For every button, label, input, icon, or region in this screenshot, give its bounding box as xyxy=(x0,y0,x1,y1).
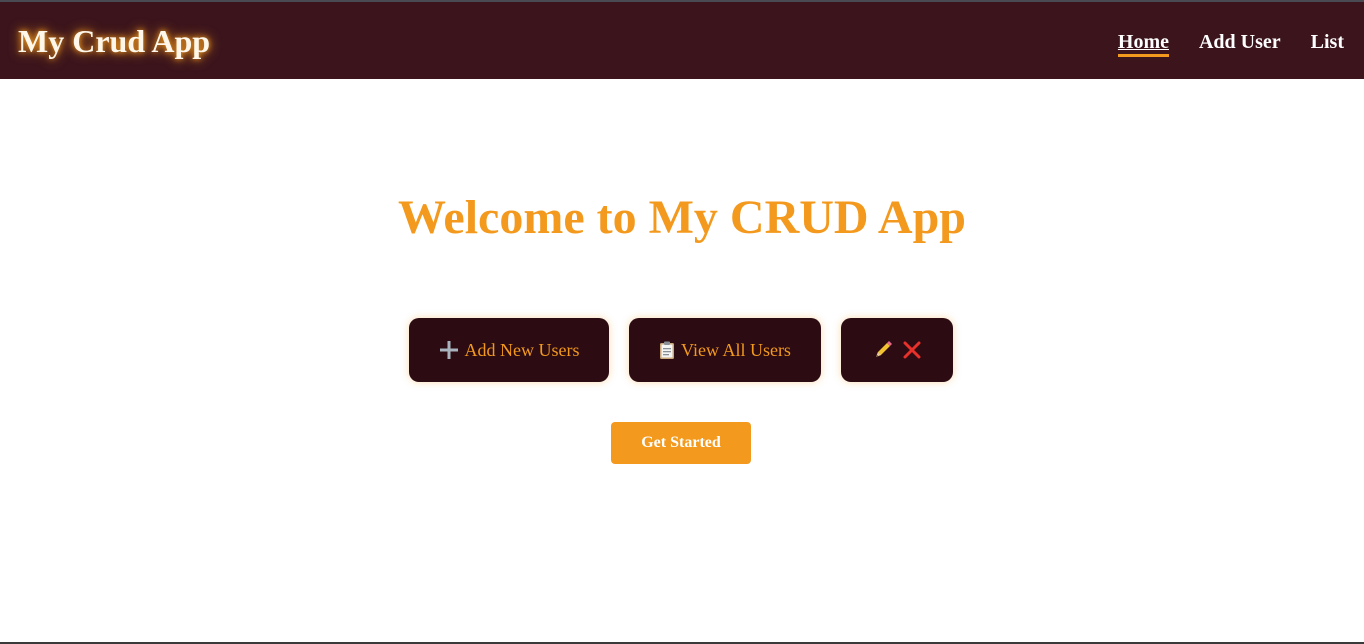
main-nav: Home Add User List xyxy=(1117,30,1344,57)
nav-link-list[interactable]: List xyxy=(1311,30,1344,57)
get-started-button[interactable]: Get Started xyxy=(611,422,751,464)
add-new-users-label: Add New Users xyxy=(464,339,580,360)
edit-delete-button[interactable] xyxy=(841,318,953,382)
page-title: Welcome to My CRUD App xyxy=(398,191,966,244)
view-all-users-button[interactable]: View All Users xyxy=(629,318,821,382)
pencil-icon xyxy=(873,340,893,360)
plus-icon xyxy=(439,340,459,360)
page: My Crud App Home Add User List Welcome t… xyxy=(0,0,1364,644)
brand-logo[interactable]: My Crud App xyxy=(18,22,210,60)
nav-link-add-user[interactable]: Add User xyxy=(1199,30,1281,57)
add-new-users-button[interactable]: Add New Users xyxy=(409,318,609,382)
view-all-users-label: View All Users xyxy=(681,339,791,360)
top-navbar: My Crud App Home Add User List xyxy=(0,0,1364,79)
cross-icon xyxy=(903,341,921,359)
nav-link-home[interactable]: Home xyxy=(1117,30,1169,57)
clipboard-icon xyxy=(659,341,675,359)
